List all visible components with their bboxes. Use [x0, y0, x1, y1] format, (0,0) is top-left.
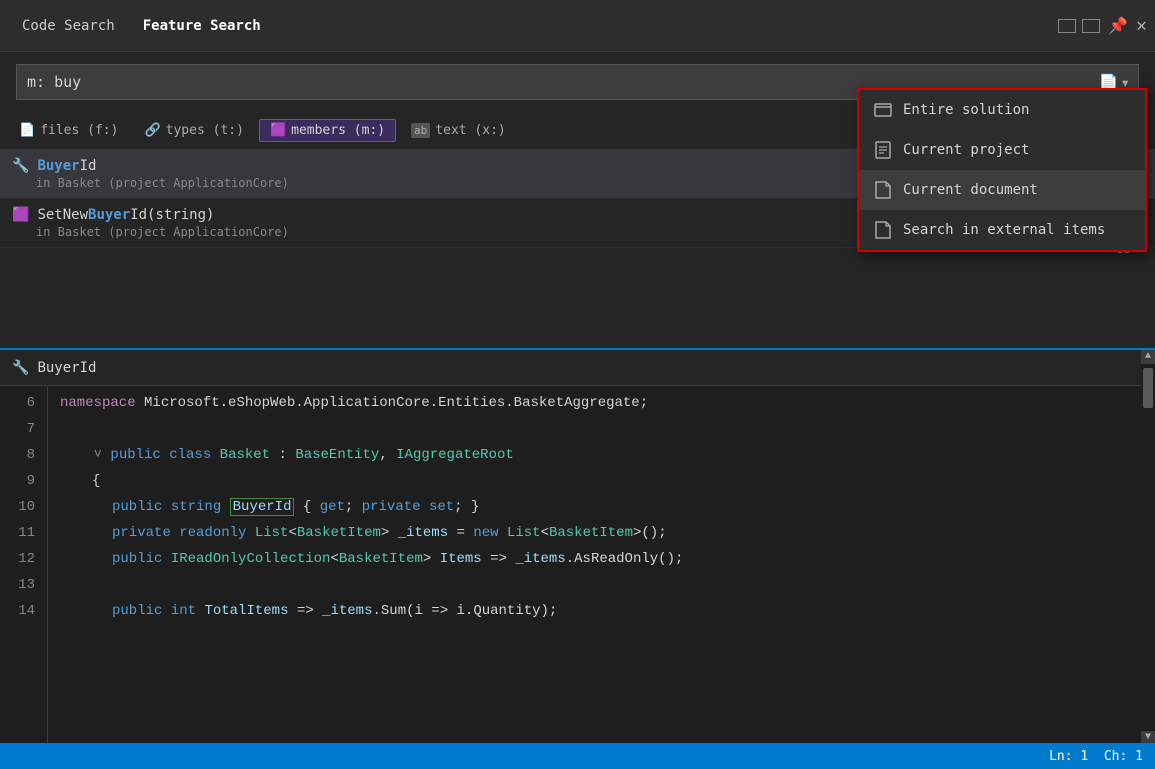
- maximize-button[interactable]: [1082, 19, 1100, 33]
- scope-current-document-label: Current document: [903, 182, 1038, 198]
- filter-tab-text[interactable]: ab text (x:): [400, 119, 517, 142]
- code-line-11: private readonly List<BasketItem> _items…: [60, 520, 1143, 546]
- doc2-icon: [873, 220, 893, 240]
- page-icon-2: [873, 140, 893, 160]
- scope-external-items-label: Search in external items: [903, 222, 1105, 238]
- code-line-13: [60, 572, 1143, 598]
- scope-entire-solution-label: Entire solution: [903, 102, 1029, 118]
- code-line-9: {: [60, 468, 1143, 494]
- code-header: 🔧 BuyerId: [0, 350, 1155, 386]
- filter-tab-files[interactable]: 📄 files (f:): [8, 119, 129, 142]
- line-numbers: 6 7 8 9 10 11 12 13 14: [0, 386, 48, 745]
- title-controls: 📌 ✕: [1058, 15, 1147, 36]
- filter-tab-types[interactable]: 🔗 types (t:): [133, 119, 254, 142]
- scroll-thumb[interactable]: [1143, 368, 1153, 408]
- scope-current-document[interactable]: Current document: [859, 170, 1145, 210]
- types-icon: 🔗: [144, 123, 160, 138]
- code-section: 🔧 BuyerId 6 7 8 9 10 11 12 13 14 namespa…: [0, 350, 1155, 745]
- close-button[interactable]: ✕: [1136, 15, 1147, 36]
- doc-icon: [873, 180, 893, 200]
- filter-tab-text-label: text (x:): [435, 123, 505, 138]
- text-icon: ab: [411, 123, 430, 138]
- code-line-7: [60, 416, 1143, 442]
- cube-icon: 🟪: [12, 207, 29, 223]
- code-line-10: public string BuyerId { get; private set…: [60, 494, 1143, 520]
- code-line-12: public IReadOnlyCollection<BasketItem> I…: [60, 546, 1143, 572]
- code-body: 6 7 8 9 10 11 12 13 14 namespace Microso…: [0, 386, 1155, 745]
- result-label-buyer-id: BuyerId: [37, 158, 96, 174]
- scope-current-project[interactable]: Current project: [859, 130, 1145, 170]
- files-icon: 📄: [19, 123, 35, 138]
- result-label-set-buyer-id: SetNewBuyerId(string): [37, 207, 214, 223]
- tab-code-search[interactable]: Code Search: [8, 10, 129, 42]
- code-line-14: public int TotalItems => _items.Sum(i =>…: [60, 598, 1143, 624]
- filter-tab-members[interactable]: 🟪 members (m:): [259, 119, 396, 142]
- tab-feature-search[interactable]: Feature Search: [129, 10, 275, 42]
- filter-tab-types-label: types (t:): [166, 123, 244, 138]
- scope-dropdown: Entire solution Current project Current …: [857, 88, 1147, 252]
- members-icon: 🟪: [270, 123, 286, 138]
- code-lines: namespace Microsoft.eShopWeb.Application…: [48, 386, 1155, 745]
- scroll-up-button[interactable]: ▲: [1141, 350, 1155, 364]
- code-header-icon: 🔧: [12, 360, 29, 376]
- code-scrollbar[interactable]: ▲ ▼: [1141, 350, 1155, 745]
- cursor-position: Ln: 1 Ch: 1: [1049, 749, 1143, 764]
- pin-button[interactable]: 📌: [1108, 16, 1128, 35]
- status-bar: Ln: 1 Ch: 1: [0, 743, 1155, 769]
- scope-external-items[interactable]: Search in external items: [859, 210, 1145, 250]
- wrench-icon: 🔧: [12, 158, 29, 174]
- scope-current-project-label: Current project: [903, 142, 1029, 158]
- code-line-8: ˅ public class Basket : BaseEntity, IAgg…: [60, 442, 1143, 468]
- filter-tab-files-label: files (f:): [40, 123, 118, 138]
- code-line-6: namespace Microsoft.eShopWeb.Application…: [60, 390, 1143, 416]
- window-icon: [873, 100, 893, 120]
- code-header-title: BuyerId: [37, 360, 96, 376]
- title-bar: Code Search Feature Search 📌 ✕: [0, 0, 1155, 52]
- filter-tab-members-label: members (m:): [291, 123, 385, 138]
- scope-entire-solution[interactable]: Entire solution: [859, 90, 1145, 130]
- minimize-button[interactable]: [1058, 19, 1076, 33]
